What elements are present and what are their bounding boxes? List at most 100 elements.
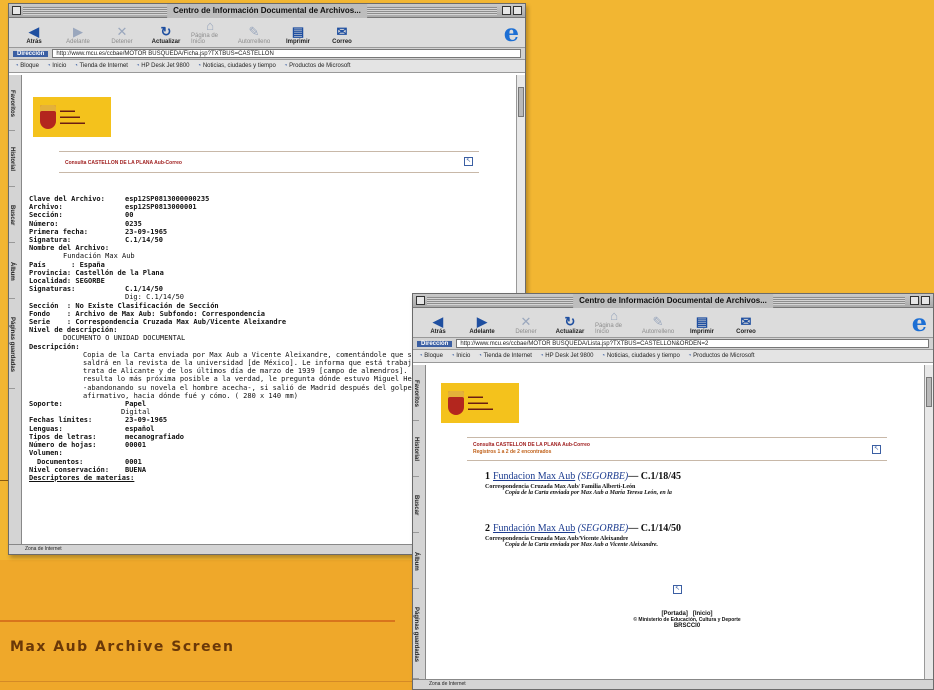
url-field[interactable]: http://www.mcu.es/ccbae/MOTOR BUSQUEDA/L… xyxy=(456,339,929,348)
page-content: ▬▬▬ ▬▬▬▬ ▬▬▬▬▬ Consulta CASTELLON DE LA PL… xyxy=(427,365,924,679)
forward-button[interactable]: ▶ Adelante xyxy=(463,314,501,335)
print-icon: ▤ xyxy=(291,24,305,39)
sidetab-album[interactable]: Álbum xyxy=(413,533,419,589)
favorite-link[interactable]: Inicio xyxy=(451,353,470,359)
autofill-button[interactable]: ✎ Autorrelleno xyxy=(639,314,677,335)
favorite-link[interactable]: Productos de Microsoft xyxy=(284,63,350,69)
ie-logo-icon: e xyxy=(503,18,519,47)
mail-button[interactable]: ✉ Correo xyxy=(323,24,361,45)
window-title: Centro de Información Documental de Arch… xyxy=(573,294,773,308)
window-title: Centro de Información Documental de Arch… xyxy=(167,4,367,18)
favorite-link[interactable]: Tienda de Internet xyxy=(74,63,127,69)
coat-of-arms-icon xyxy=(40,105,56,129)
back-button[interactable]: ◀ Atrás xyxy=(419,314,457,335)
ministry-logo: ▬▬▬ ▬▬▬▬ ▬▬▬▬▬ xyxy=(441,383,519,423)
document-icon[interactable]: ↖ xyxy=(872,445,881,454)
back-arrow-icon: ◀ xyxy=(29,24,39,39)
scroll-thumb[interactable] xyxy=(518,87,524,117)
forward-arrow-icon: ▶ xyxy=(73,24,83,39)
sidetab-favoritos[interactable]: Favoritos xyxy=(413,365,419,421)
browser-toolbar: ◀ Atrás ▶ Adelante ✕ Detener ↻ Actualizar ⌂ P… xyxy=(413,308,933,338)
title-bar[interactable]: Centro de Información Documental de Arch… xyxy=(413,294,933,308)
collapse-box[interactable] xyxy=(921,296,930,305)
close-box[interactable] xyxy=(416,296,425,305)
sidetab-paginas[interactable]: Páginas guardadas xyxy=(413,589,419,679)
browser-toolbar: ◀ Atrás ▶ Adelante ✕ Detener ↻ Actualizar ⌂ P… xyxy=(9,18,525,48)
browser-window-results: Centro de Información Documental de Arch… xyxy=(412,293,934,690)
stop-button[interactable]: ✕ Detener xyxy=(507,314,545,335)
results-count: Registros 1 a 2 de 2 encontrados xyxy=(473,449,552,455)
zoom-box[interactable] xyxy=(910,296,919,305)
home-button[interactable]: ⌂ Página de Inicio xyxy=(191,18,229,45)
refresh-icon: ↻ xyxy=(160,24,172,39)
sidetab-paginas[interactable]: Páginas guardadas xyxy=(9,299,15,389)
autofill-icon: ✎ xyxy=(652,314,664,329)
explorer-sidebar: Favoritos Historial Buscar Álbum Páginas… xyxy=(413,365,426,679)
result-link[interactable]: Fundacion Max Aub xyxy=(493,471,575,482)
address-label: Dirección xyxy=(417,340,453,347)
address-label: Dirección xyxy=(13,50,49,57)
forward-arrow-icon: ▶ xyxy=(477,314,487,329)
home-icon: ⌂ xyxy=(610,308,618,323)
address-bar: Dirección http://www.mcu.es/ccbae/MOTOR … xyxy=(9,48,525,60)
stop-button[interactable]: ✕ Detener xyxy=(103,24,141,45)
mail-button[interactable]: ✉ Correo xyxy=(727,314,765,335)
url-field[interactable]: http://www.mcu.es/ccbae/MOTOR BUSQUEDA/F… xyxy=(52,49,521,58)
address-bar: Dirección http://www.mcu.es/ccbae/MOTOR … xyxy=(413,338,933,350)
explorer-sidebar: Favoritos Historial Buscar Álbum Páginas… xyxy=(9,75,22,544)
autofill-icon: ✎ xyxy=(248,24,260,39)
autofill-button[interactable]: ✎ Autorrelleno xyxy=(235,24,273,45)
home-icon: ⌂ xyxy=(206,18,214,33)
query-headline: Consulta CASTELLON DE LA PLANA Aub-Corre… xyxy=(473,442,590,448)
screen-caption: Max Aub Archive Screen xyxy=(10,639,235,655)
favorites-bar: Bloque Inicio Tienda de Internet HP Desk… xyxy=(413,350,933,363)
close-box[interactable] xyxy=(12,6,21,15)
favorite-link[interactable]: Noticias, ciudades y tiempo xyxy=(602,353,680,359)
forward-button[interactable]: ▶ Adelante xyxy=(59,24,97,45)
refresh-icon: ↻ xyxy=(564,314,576,329)
refresh-button[interactable]: ↻ Actualizar xyxy=(551,314,589,335)
favorite-link[interactable]: Productos de Microsoft xyxy=(688,353,754,359)
favorite-link[interactable]: HP Desk Jet 9800 xyxy=(540,353,593,359)
favorite-link[interactable]: Bloque xyxy=(419,353,443,359)
favorites-bar: Bloque Inicio Tienda de Internet HP Desk… xyxy=(9,60,525,73)
document-icon[interactable]: ↖ xyxy=(673,585,682,594)
favorite-link[interactable]: Inicio xyxy=(47,63,66,69)
favorite-link[interactable]: HP Desk Jet 9800 xyxy=(136,63,189,69)
result-item: 2 Fundación Max Aub (SEGORBE)— C.1/14/50 … xyxy=(485,523,682,548)
ministry-logo: ▬▬▬ ▬▬▬▬ ▬▬▬▬▬ xyxy=(33,97,111,137)
zoom-box[interactable] xyxy=(502,6,511,15)
sidetab-buscar[interactable]: Buscar xyxy=(9,187,15,243)
print-icon: ▤ xyxy=(695,314,709,329)
result-item: 1 Fundacion Max Aub (SEGORBE)— C.1/18/45 … xyxy=(485,471,682,496)
collapse-box[interactable] xyxy=(513,6,522,15)
mail-icon: ✉ xyxy=(740,314,752,329)
sidetab-historial[interactable]: Historial xyxy=(9,131,15,187)
status-bar: Zona de Internet xyxy=(413,679,933,689)
sidetab-album[interactable]: Álbum xyxy=(9,243,15,299)
sidetab-favoritos[interactable]: Favoritos xyxy=(9,75,15,131)
print-button[interactable]: ▤ Imprimir xyxy=(683,314,721,335)
query-headline: Consulta CASTELLON DE LA PLANA Aub-Corre… xyxy=(65,160,182,166)
print-button[interactable]: ▤ Imprimir xyxy=(279,24,317,45)
sidetab-historial[interactable]: Historial xyxy=(413,421,419,477)
stop-icon: ✕ xyxy=(116,24,128,39)
result-link[interactable]: Fundación Max Aub xyxy=(493,523,575,534)
mail-icon: ✉ xyxy=(336,24,348,39)
browser-body: Favoritos Historial Buscar Álbum Páginas… xyxy=(413,365,933,679)
favorite-link[interactable]: Noticias, ciudades y tiempo xyxy=(198,63,276,69)
favorite-link[interactable]: Tienda de Internet xyxy=(478,353,531,359)
coat-of-arms-icon xyxy=(448,391,464,415)
vertical-scrollbar[interactable] xyxy=(924,365,933,679)
footer: [Portada] [Inicio] © Ministerio de Educa… xyxy=(633,611,741,629)
document-icon[interactable]: ↖ xyxy=(464,157,473,166)
home-button[interactable]: ⌂ Página de Inicio xyxy=(595,308,633,335)
title-bar[interactable]: Centro de Información Documental de Arch… xyxy=(9,4,525,18)
back-arrow-icon: ◀ xyxy=(433,314,443,329)
favorite-link[interactable]: Bloque xyxy=(15,63,39,69)
refresh-button[interactable]: ↻ Actualizar xyxy=(147,24,185,45)
ie-logo-icon: e xyxy=(911,308,927,337)
sidetab-buscar[interactable]: Buscar xyxy=(413,477,419,533)
back-button[interactable]: ◀ Atrás xyxy=(15,24,53,45)
scroll-thumb[interactable] xyxy=(926,377,932,407)
